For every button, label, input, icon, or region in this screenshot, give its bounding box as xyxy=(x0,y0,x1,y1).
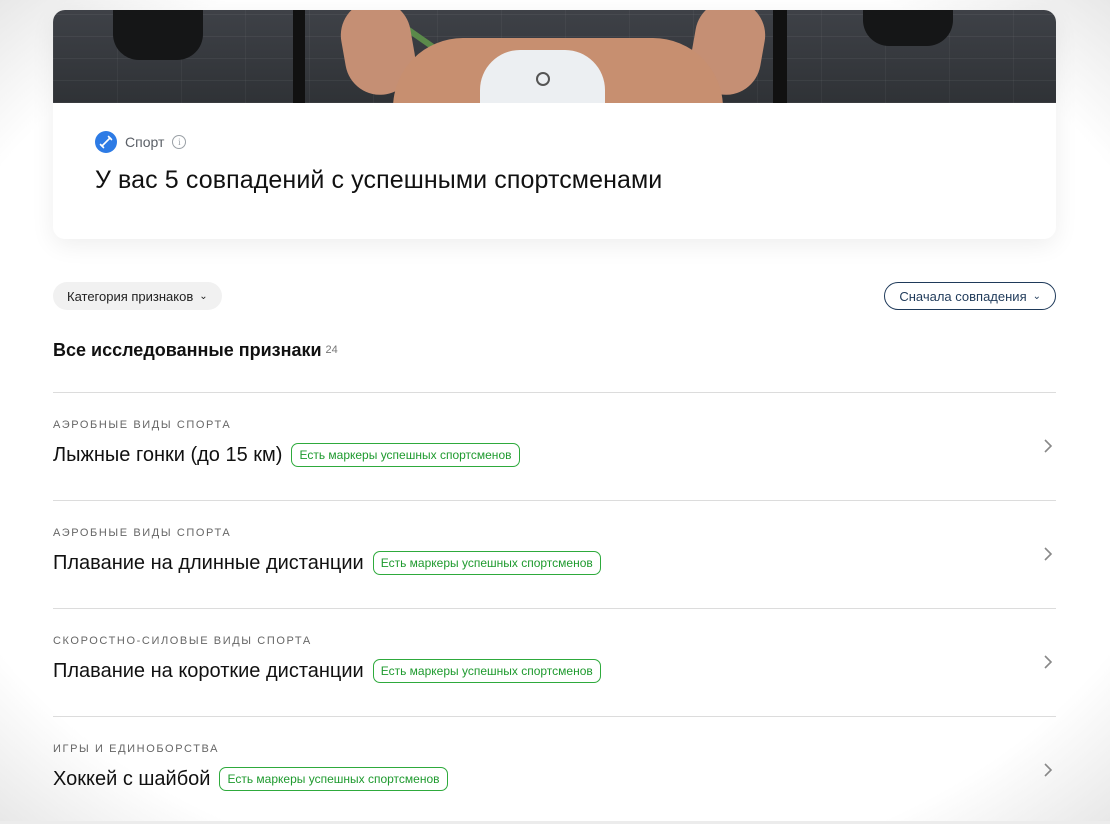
item-category: АЭРОБНЫЕ ВИДЫ СПОРТА xyxy=(53,527,232,539)
success-markers-badge: Есть маркеры успешных спортсменов xyxy=(291,443,520,467)
hero-image xyxy=(53,10,1056,103)
item-title: Плавание на короткие дистанции xyxy=(53,659,364,682)
list-item[interactable]: АЭРОБНЫЕ ВИДЫ СПОРТА Лыжные гонки (до 15… xyxy=(53,392,1056,500)
chevron-down-icon: ⌄ xyxy=(199,290,208,302)
item-title: Лыжные гонки (до 15 км) xyxy=(53,443,283,466)
section-title: Все исследованные признаки 24 xyxy=(53,340,338,361)
success-markers-badge: Есть маркеры успешных спортсменов xyxy=(219,767,448,791)
item-category: СКОРОСТНО-СИЛОВЫЕ ВИДЫ СПОРТА xyxy=(53,635,312,647)
hero-title: У вас 5 совпадений с успешными спортсмен… xyxy=(95,166,663,194)
sort-button[interactable]: Сначала совпадения ⌄ xyxy=(884,282,1056,310)
section-count: 24 xyxy=(325,344,338,356)
item-title: Хоккей с шайбой xyxy=(53,767,211,790)
item-title: Плавание на длинные дистанции xyxy=(53,551,364,574)
list-item[interactable]: АЭРОБНЫЕ ВИДЫ СПОРТА Плавание на длинные… xyxy=(53,500,1056,608)
category-filter-button[interactable]: Категория признаков ⌄ xyxy=(53,282,222,310)
traits-list: АЭРОБНЫЕ ВИДЫ СПОРТА Лыжные гонки (до 15… xyxy=(53,392,1056,824)
item-category: ИГРЫ И ЕДИНОБОРСТВА xyxy=(53,743,220,755)
success-markers-badge: Есть маркеры успешных спортсменов xyxy=(372,659,601,683)
page: Спорт i У вас 5 совпадений с успешными с… xyxy=(0,0,1110,821)
category-filter-label: Категория признаков xyxy=(67,288,194,304)
dumbbell-icon xyxy=(95,131,117,153)
chevron-right-icon[interactable] xyxy=(1040,437,1056,455)
chevron-right-icon[interactable] xyxy=(1040,653,1056,671)
hero-card[interactable]: Спорт i У вас 5 совпадений с успешными с… xyxy=(53,10,1056,239)
sort-label: Сначала совпадения xyxy=(899,288,1027,304)
list-item[interactable]: СКОРОСТНО-СИЛОВЫЕ ВИДЫ СПОРТА Плавание н… xyxy=(53,608,1056,716)
item-category: АЭРОБНЫЕ ВИДЫ СПОРТА xyxy=(53,419,232,431)
info-icon[interactable]: i xyxy=(172,135,187,149)
hero-category-label: Спорт xyxy=(125,134,165,150)
section-title-text: Все исследованные признаки xyxy=(53,340,322,360)
list-item[interactable]: ИГРЫ И ЕДИНОБОРСТВА Хоккей с шайбой Есть… xyxy=(53,716,1056,824)
chevron-right-icon[interactable] xyxy=(1040,545,1056,563)
chevron-down-icon: ⌄ xyxy=(1032,290,1041,302)
chevron-right-icon[interactable] xyxy=(1040,761,1056,779)
success-markers-badge: Есть маркеры успешных спортсменов xyxy=(372,551,601,575)
